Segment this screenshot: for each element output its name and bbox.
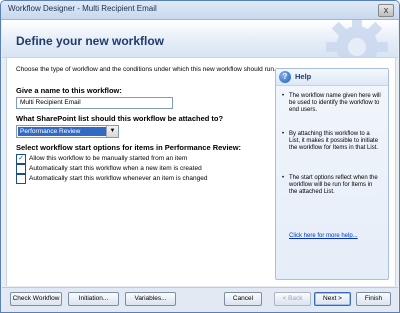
back-button[interactable]: < Back [274, 292, 311, 306]
on-create-checkbox[interactable] [16, 164, 26, 174]
workflow-designer-window: Workflow Designer - Multi Recipient Emai… [0, 0, 400, 313]
start-options-label: Select workflow start options for items … [16, 143, 242, 152]
check-workflow-button[interactable]: Check Workflow [10, 292, 62, 306]
help-icon: ? [279, 71, 291, 83]
help-header: ? Help [276, 69, 388, 86]
next-button[interactable]: Next > [314, 292, 351, 306]
cancel-button[interactable]: Cancel [224, 292, 262, 306]
on-change-label: Automatically start this workflow whenev… [29, 175, 208, 182]
wizard-footer: Check Workflow Initiation... Variables..… [2, 287, 398, 312]
wizard-header: Define your new workflow [2, 20, 398, 58]
bullet-icon: • [282, 175, 285, 181]
on-create-label: Automatically start this workflow when a… [29, 165, 202, 172]
finish-button[interactable]: Finish [356, 292, 391, 306]
help-bullet: • By attaching this workflow to a List, … [282, 131, 382, 152]
workflow-name-input[interactable]: Multi Recipient Email [16, 97, 173, 109]
list-label: What SharePoint list should this workflo… [16, 114, 224, 123]
on-change-checkbox[interactable] [16, 174, 26, 184]
page-title: Define your new workflow [16, 34, 165, 48]
wizard-content: Choose the type of workflow and the cond… [6, 58, 396, 286]
workflow-name-label: Give a name to this workflow: [16, 86, 122, 95]
more-help-link[interactable]: Click here for more help... [289, 233, 358, 239]
help-bullet-text: By attaching this workflow to a List, it… [289, 131, 379, 151]
chevron-down-icon[interactable]: ▼ [106, 126, 118, 137]
list-select-value: Performance Review [18, 127, 106, 136]
list-select[interactable]: Performance Review ▼ [16, 125, 119, 138]
bullet-icon: • [282, 93, 285, 99]
help-title: Help [295, 72, 312, 81]
manual-start-label: Allow this workflow to be manually start… [29, 155, 188, 162]
help-bullet: • The start options reflect when the wor… [282, 175, 382, 196]
window-title: Workflow Designer - Multi Recipient Emai… [8, 4, 157, 13]
title-bar: Workflow Designer - Multi Recipient Emai… [1, 1, 399, 20]
intro-text: Choose the type of workflow and the cond… [16, 66, 276, 73]
bullet-icon: • [282, 131, 285, 137]
help-bullet-text: The workflow name given here will be use… [289, 93, 381, 113]
help-panel: ? Help • The workflow name given here wi… [275, 68, 389, 280]
help-bullet-text: The start options reflect when the workf… [289, 175, 378, 195]
help-bullet: • The workflow name given here will be u… [282, 93, 382, 114]
gear-icon [326, 20, 388, 57]
close-button[interactable]: x [378, 4, 394, 17]
variables-button[interactable]: Variables... [125, 292, 176, 306]
manual-start-checkbox[interactable]: ✓ [16, 154, 26, 164]
initiation-button[interactable]: Initiation... [68, 292, 119, 306]
